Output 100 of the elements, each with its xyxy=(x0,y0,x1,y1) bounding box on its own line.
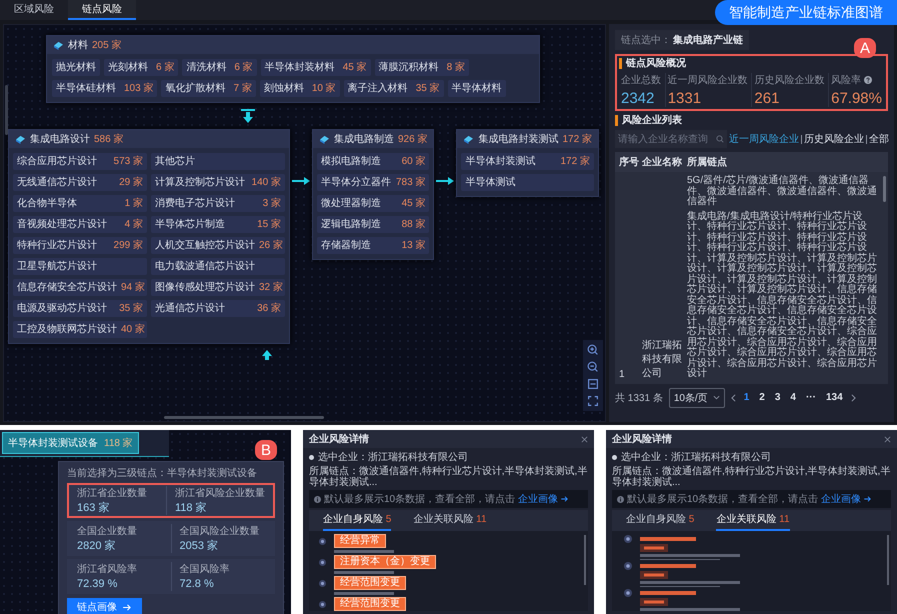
chain-node[interactable]: 化合物半导体 1 家 xyxy=(13,195,147,212)
page-button[interactable]: 3 xyxy=(772,392,782,403)
chain-node[interactable]: 电源及驱动芯片设计 35 家 xyxy=(13,300,147,317)
close-icon[interactable] xyxy=(884,436,891,442)
page-button[interactable]: 134 xyxy=(824,392,845,403)
chain-node[interactable]: 电力载波通信芯片设计 xyxy=(151,258,285,275)
chain-node[interactable]: 半导体芯片制造 15 家 xyxy=(151,216,285,233)
arrow-right-icon xyxy=(123,604,132,610)
chain-node[interactable]: 半导体封装材料 45 家 xyxy=(260,59,371,76)
right-arrow-icon xyxy=(436,177,454,185)
fullscreen-icon[interactable] xyxy=(586,394,600,408)
page-button[interactable]: 2 xyxy=(757,392,767,403)
blurred-text-line xyxy=(334,571,394,574)
company-name: 选中企业：浙江瑞拓科技有限公司 xyxy=(621,450,771,464)
risk-tag: 注册资本（金）变更 xyxy=(334,555,436,569)
bullet-icon xyxy=(309,454,314,460)
risk-tag: 经营范围变更 xyxy=(334,576,406,590)
chain-node[interactable]: 其他芯片 xyxy=(151,153,285,170)
company-name: 选中企业：浙江瑞拓科技有限公司 xyxy=(318,450,468,464)
chain-node[interactable]: 人机交互触控芯片设计 26 家 xyxy=(151,237,285,254)
chain-node[interactable]: 信息存储安全芯片设计 94 家 xyxy=(13,279,147,296)
chain-node[interactable]: 无线通信芯片设计 29 家 xyxy=(13,174,147,191)
close-icon[interactable] xyxy=(581,436,588,442)
page-button[interactable]: ··· xyxy=(804,392,818,403)
chain-node[interactable]: 综合应用芯片设计 573 家 xyxy=(13,153,147,170)
caret-icon xyxy=(712,395,720,400)
chain-node[interactable]: 抛光材料 xyxy=(52,59,100,76)
chain-node[interactable]: 音视频处理芯片设计 4 家 xyxy=(13,216,147,233)
page-button[interactable]: 1 xyxy=(742,392,752,403)
chain-node[interactable]: 消费电子芯片设计 3 家 xyxy=(151,195,285,212)
chain-nodes-text: 所属链点：微波通信器件,特种行业芯片设计,半导体封装测试,半导体封装测试... xyxy=(612,466,891,488)
scrollbar[interactable] xyxy=(883,176,886,202)
timeline-dot-icon xyxy=(319,558,326,566)
selected-chain-chip: 链点选中： 集成电路产业链 xyxy=(615,30,749,50)
chain-node[interactable]: 模拟电路制造 60 家 xyxy=(317,153,430,170)
nav-tab[interactable]: 链点风险 xyxy=(68,0,136,20)
zoom-out-icon[interactable] xyxy=(586,360,600,374)
group-title: 集成电路制造 xyxy=(334,132,394,146)
chain-node[interactable]: 光通信芯片设计 36 家 xyxy=(151,300,285,317)
chain-node[interactable]: 卫星导航芯片设计 xyxy=(13,258,147,275)
chain-node[interactable]: 微处理器制造 45 家 xyxy=(317,195,430,212)
previous-page-icon[interactable] xyxy=(730,394,736,402)
cube-icon xyxy=(53,40,64,50)
right-arrow-icon xyxy=(292,177,310,185)
timeline-dot-icon xyxy=(319,580,326,586)
chain-node[interactable]: 光刻材料 6 家 xyxy=(104,59,178,76)
chain-node[interactable]: 半导体硅材料 103 家 xyxy=(52,80,158,97)
chain-node[interactable]: 薄膜沉积材料 8 家 xyxy=(374,59,469,76)
filter-link[interactable]: 历史风险企业 xyxy=(801,134,866,144)
filter-link[interactable]: 近一周风险企业 xyxy=(727,134,801,144)
chain-node[interactable]: 存储器制造 13 家 xyxy=(317,237,430,254)
page-button[interactable]: 4 xyxy=(788,392,798,403)
group-count: 172 家 xyxy=(562,132,592,146)
page-size-select[interactable]: 10条/页 xyxy=(668,388,725,408)
scrollbar[interactable] xyxy=(164,416,324,419)
company-profile-link[interactable]: 企业画像 xyxy=(518,492,558,506)
chain-node[interactable]: 逻辑电路制造 88 家 xyxy=(317,216,430,233)
fit-view-icon[interactable] xyxy=(586,377,600,391)
bullet-icon xyxy=(612,454,617,460)
chain-node[interactable]: 离子注入材料 35 家 xyxy=(344,80,444,97)
chain-node[interactable]: 半导体封装测试 172 家 xyxy=(461,153,594,170)
chain-node[interactable]: 半导体测试 xyxy=(461,174,594,191)
popover-subtitle: 当前选择为三级链点：半导体封装测试设备 xyxy=(67,466,258,480)
chain-node[interactable]: 计算及控制芯片设计 140 家 xyxy=(151,174,285,191)
scrollbar[interactable] xyxy=(887,535,889,585)
group-count: 205 家 xyxy=(92,38,122,52)
stat-value: 72.39 % xyxy=(77,578,118,591)
next-page-icon[interactable] xyxy=(850,394,856,402)
node-profile-button[interactable]: 链点画像 xyxy=(67,598,142,614)
zoom-in-icon[interactable] xyxy=(586,343,600,357)
stat-value: 261 xyxy=(754,90,780,107)
filter-link[interactable]: 全部 xyxy=(866,134,891,144)
chain-node[interactable]: 特种行业芯片设计 299 家 xyxy=(13,237,147,254)
help-icon[interactable] xyxy=(864,76,872,84)
info-icon xyxy=(314,496,321,502)
group-title: 材料 xyxy=(68,38,88,52)
chain-node[interactable]: 半导体封装测试设备 118 家 xyxy=(2,432,139,454)
stat-value: 67.98% xyxy=(831,90,882,107)
scrollbar[interactable] xyxy=(584,535,586,585)
company-profile-link[interactable]: 企业画像 xyxy=(821,492,862,506)
chain-nodes-text: 所属链点：微波通信器件,特种行业芯片设计,半导体封装测试,半导体封装测试... xyxy=(309,466,588,488)
group-title: 集成电路设计 xyxy=(30,132,90,146)
chain-node[interactable]: 氧化扩散材料 7 家 xyxy=(161,80,256,97)
chain-node[interactable]: 工控及物联网芯片设计 40 家 xyxy=(13,321,147,338)
dialog-tab[interactable]: 企业自身风险 5 xyxy=(626,512,694,531)
search-field[interactable]: 请输入企业名称查询 xyxy=(615,130,727,148)
notice-text: 默认最多展示10条数据，查看全部，请点击 xyxy=(324,492,516,506)
callout-badge: A xyxy=(854,38,876,58)
chain-node[interactable]: 半导体分立器件 783 家 xyxy=(317,174,430,191)
nav-tab[interactable]: 区域风险 xyxy=(0,0,68,20)
chain-node[interactable]: 图像传感处理芯片设计 32 家 xyxy=(151,279,285,296)
chain-node[interactable]: 刻蚀材料 10 家 xyxy=(260,80,340,97)
chain-node[interactable]: 清洗材料 6 家 xyxy=(182,59,257,76)
table-cell-text: 浙江瑞拓科技有限公司 xyxy=(642,338,683,380)
arrow-right-icon xyxy=(864,496,872,502)
dialog-title: 企业风险详情 xyxy=(612,432,672,446)
chain-node[interactable]: 半导体材料 xyxy=(448,80,506,97)
search-icon[interactable] xyxy=(716,135,724,143)
stat-value: 2820 家 xyxy=(77,540,117,553)
dialog-tab[interactable]: 企业关联风险 11 xyxy=(413,512,487,531)
